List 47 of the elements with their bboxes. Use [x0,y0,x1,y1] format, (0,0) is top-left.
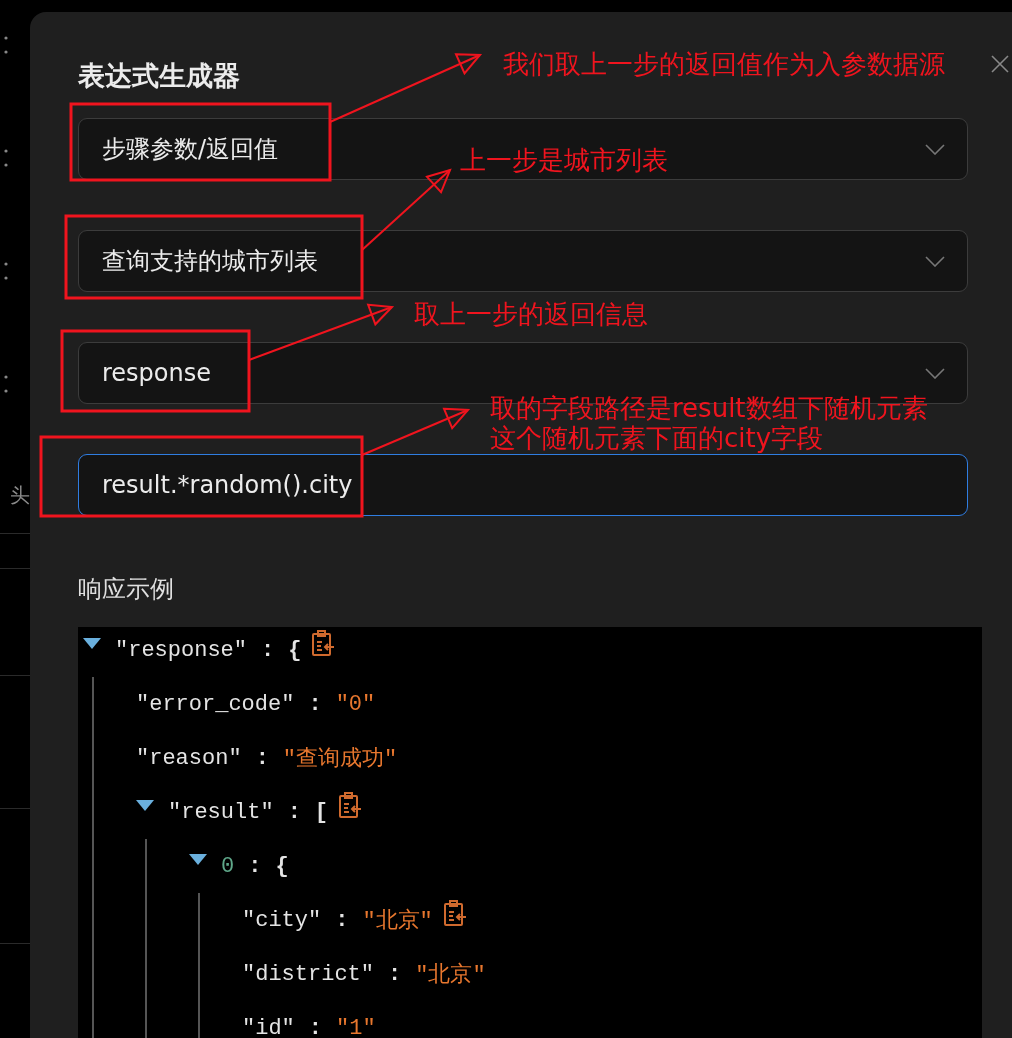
annotation-note: 这个随机元素下面的city字段 [490,424,824,452]
json-value: "北京" [362,907,433,935]
annotation-note: 我们取上一步的返回值作为入参数据源 [503,50,945,78]
json-value: "1" [336,1015,376,1038]
collapse-triangle-icon[interactable] [83,638,101,650]
json-value: "0" [335,691,376,717]
json-colon: : [308,691,322,717]
json-key: "reason" [136,745,242,771]
close-icon[interactable] [990,54,1010,74]
json-value: [ [314,799,329,825]
json-key: "city" [242,907,322,933]
clipboard-icon[interactable] [338,791,363,819]
json-value: "北京" [415,961,486,989]
json-colon: : [248,853,262,879]
json-key: "district" [242,961,375,987]
json-key: "response" [115,637,248,663]
json-colon: : [255,745,269,771]
dialog-title: 表达式生成器 [78,60,240,92]
json-key: 0 [221,853,235,879]
json-colon: : [287,799,301,825]
collapse-triangle-icon[interactable] [189,854,207,866]
chevron-down-icon [925,255,945,267]
json-value: "查询成功" [282,746,398,773]
input-field[interactable]: result.*random().city [78,454,968,516]
json-key: "error_code" [136,691,295,717]
more-icon[interactable] [4,149,8,167]
json-colon: : [335,907,349,933]
json-colon: : [308,1015,322,1038]
section-label: 响应示例 [78,574,175,605]
json-colon: : [388,961,402,987]
more-icon[interactable] [4,262,8,280]
collapse-triangle-icon[interactable] [136,800,154,812]
select-field[interactable]: 查询支持的城市列表 [78,230,968,292]
clipboard-icon[interactable] [442,899,467,927]
json-key: "result" [168,799,274,825]
more-icon[interactable] [4,375,8,393]
annotation-note: 上一步是城市列表 [460,146,668,174]
annotation-note: 取上一步的返回信息 [414,300,648,328]
chevron-down-icon [925,143,945,155]
json-value: { [288,637,302,663]
more-icon[interactable] [4,36,8,54]
json-key: "id" [242,1015,295,1038]
chevron-down-icon [925,367,945,379]
clipboard-icon[interactable] [311,629,336,657]
json-colon: : [261,637,275,663]
tab-label[interactable]: 头 [10,482,30,509]
json-value: { [275,853,289,879]
